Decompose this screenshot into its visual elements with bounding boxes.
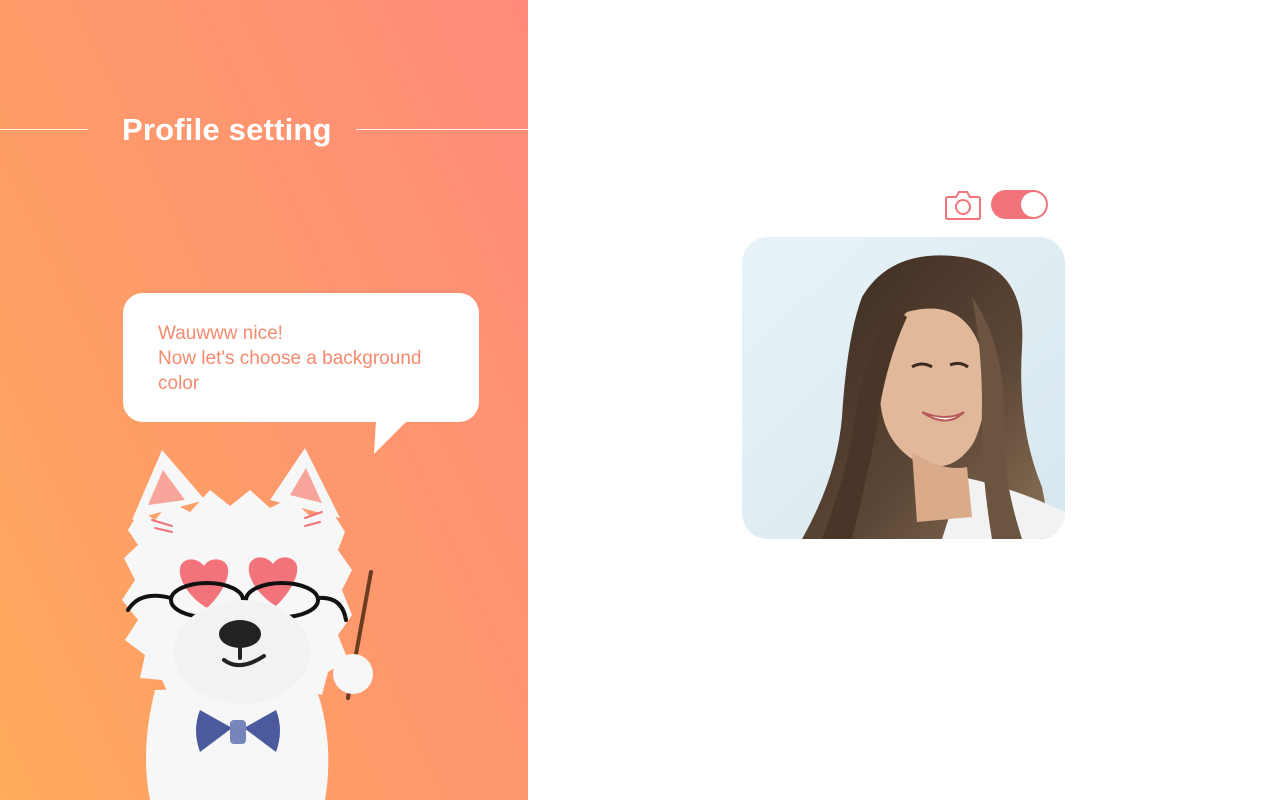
title-row: Profile setting — [0, 108, 528, 152]
page-title: Profile setting — [122, 112, 332, 147]
title-divider-right — [356, 129, 528, 130]
speech-line-1: Wauwww nice! — [158, 323, 283, 344]
speech-bubble: Wauwww nice! Now let's choose a backgrou… — [123, 293, 479, 422]
title-divider-left — [0, 129, 88, 130]
profile-photo[interactable] — [742, 237, 1065, 539]
speech-line-2: Now let's choose a background — [158, 348, 422, 369]
photo-toggle[interactable] — [991, 190, 1048, 219]
camera-icon[interactable] — [944, 187, 982, 223]
speech-line-3: color — [158, 373, 200, 394]
dog-mascot-icon — [122, 448, 373, 800]
speech-bubble-text: Wauwww nice! Now let's choose a backgrou… — [158, 321, 458, 396]
profile-photo-image — [742, 237, 1065, 539]
left-panel: Profile setting Wauwww nice! Now let's c… — [0, 0, 528, 800]
toggle-knob — [1021, 192, 1046, 217]
